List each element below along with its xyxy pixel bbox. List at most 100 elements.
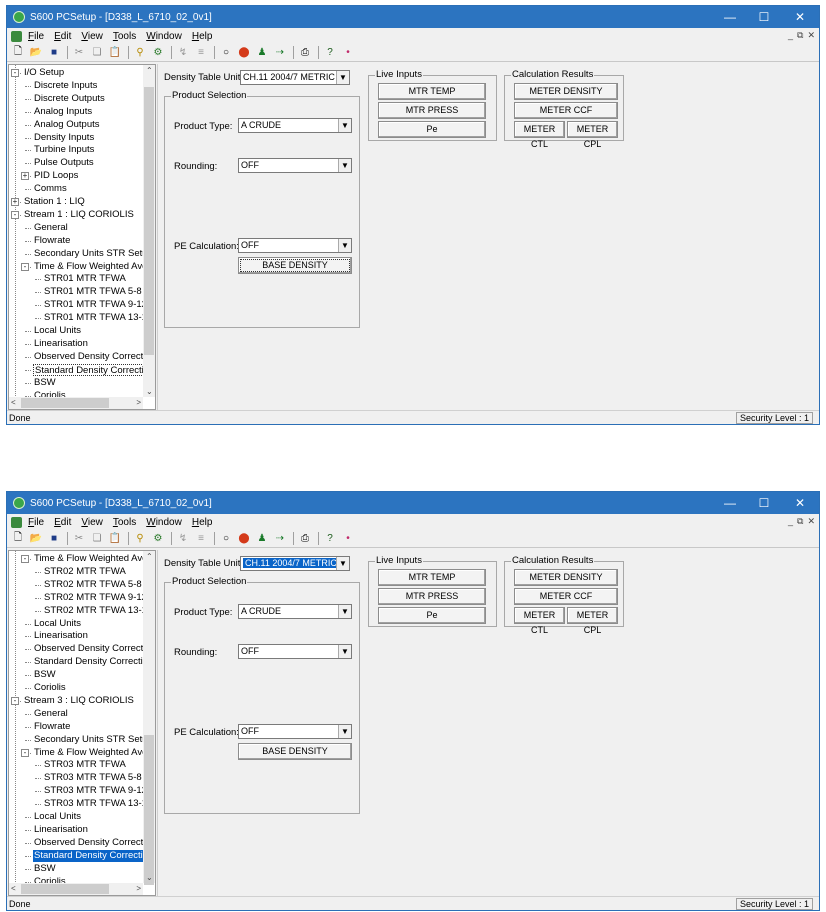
- tree-item[interactable]: Discrete Outputs: [33, 93, 106, 105]
- app-menu-icon[interactable]: [11, 516, 22, 528]
- tree-item[interactable]: Analog Inputs: [33, 106, 93, 118]
- chevron-down-icon[interactable]: ▼: [338, 159, 351, 172]
- maximize-icon[interactable]: ☐: [747, 492, 781, 514]
- scroll-down-icon[interactable]: ⌄: [146, 873, 153, 882]
- save-icon[interactable]: ■: [46, 531, 62, 546]
- cut-icon[interactable]: ✂: [71, 45, 87, 60]
- tree-item[interactable]: Linearisation: [33, 630, 89, 642]
- minimize-icon[interactable]: —: [713, 6, 747, 28]
- open-icon[interactable]: 📂: [28, 531, 44, 546]
- meter-cpl-button[interactable]: METER CPL: [567, 121, 618, 149]
- bars-icon[interactable]: ≡: [193, 531, 209, 546]
- meter-density-button[interactable]: METER DENSITY: [514, 83, 618, 100]
- maximize-icon[interactable]: ☐: [747, 6, 781, 28]
- tree-item[interactable]: Local Units: [33, 618, 82, 630]
- vscroll-thumb[interactable]: [144, 87, 154, 355]
- mtr-temp-button[interactable]: MTR TEMP: [378, 83, 486, 100]
- tree-item[interactable]: Time & Flow Weighted Ave: [33, 747, 143, 759]
- tree-item[interactable]: PID Loops: [33, 170, 79, 182]
- base-density-button[interactable]: BASE DENSITY: [238, 743, 352, 760]
- tree-item[interactable]: Linearisation: [33, 338, 89, 350]
- tree-item[interactable]: Density Inputs: [33, 132, 95, 144]
- mdi-restore-icon[interactable]: ⧉: [797, 30, 803, 41]
- tree-item[interactable]: Observed Density Correctio: [33, 643, 143, 655]
- rounding-combo[interactable]: OFF ▼: [238, 644, 352, 659]
- hscroll-thumb[interactable]: [21, 398, 109, 408]
- tree-item[interactable]: STR02 MTR TFWA 5-8: [43, 579, 143, 591]
- mdi-minimize-icon[interactable]: _: [788, 516, 793, 527]
- collapse-icon[interactable]: -: [11, 696, 19, 705]
- cut-icon[interactable]: ✂: [71, 531, 87, 546]
- print-icon[interactable]: ⎙: [297, 531, 313, 546]
- tree-item[interactable]: Flowrate: [33, 235, 71, 247]
- scroll-left-icon[interactable]: <: [11, 884, 16, 893]
- menu-help[interactable]: Help: [192, 31, 213, 42]
- connect-icon[interactable]: ↯: [175, 531, 191, 546]
- about-icon[interactable]: •: [340, 45, 356, 60]
- menu-help[interactable]: Help: [192, 517, 213, 528]
- tree-item[interactable]: Turbine Inputs: [33, 144, 95, 156]
- close-icon[interactable]: ✕: [783, 492, 817, 514]
- tree-item[interactable]: STR01 MTR TFWA: [43, 273, 127, 285]
- scroll-left-icon[interactable]: <: [11, 398, 16, 407]
- tree-item[interactable]: General: [33, 222, 69, 234]
- meter-ccf-button[interactable]: METER CCF: [514, 102, 618, 119]
- paste-icon[interactable]: 📋: [107, 531, 123, 546]
- tree-item[interactable]: Coriolis: [33, 682, 67, 694]
- menu-edit[interactable]: Edit: [54, 517, 71, 528]
- tree-vscroll[interactable]: ⌃ ⌄: [143, 65, 155, 397]
- tree-item[interactable]: BSW: [33, 863, 57, 875]
- tree-item[interactable]: STR02 MTR TFWA 9-12: [43, 592, 143, 604]
- print-icon[interactable]: ⎙: [297, 45, 313, 60]
- mdi-restore-icon[interactable]: ⧉: [797, 516, 803, 527]
- collapse-icon[interactable]: -: [21, 262, 29, 271]
- tree-item[interactable]: STR01 MTR TFWA 9-12: [43, 299, 143, 311]
- tree-item[interactable]: Flowrate: [33, 721, 71, 733]
- mdi-minimize-icon[interactable]: _: [788, 30, 793, 41]
- meter-density-button[interactable]: METER DENSITY: [514, 569, 618, 586]
- scroll-up-icon[interactable]: ⌃: [146, 552, 153, 561]
- config-tree[interactable]: - I/O Setup Discrete Inputs Discrete Output…: [8, 64, 156, 410]
- tree-hscroll[interactable]: < >: [9, 397, 143, 409]
- menu-window[interactable]: Window: [146, 517, 182, 528]
- rounding-combo[interactable]: OFF ▼: [238, 158, 352, 173]
- mtr-press-button[interactable]: MTR PRESS: [378, 102, 486, 119]
- expand-icon[interactable]: +: [11, 198, 19, 206]
- bars-icon[interactable]: ≡: [193, 45, 209, 60]
- tree-item[interactable]: Comms: [33, 183, 68, 195]
- about-icon[interactable]: •: [340, 531, 356, 546]
- arrow-icon[interactable]: ⇢: [272, 531, 288, 546]
- mdi-close-icon[interactable]: ✕: [807, 30, 815, 41]
- tree-item[interactable]: Local Units: [33, 811, 82, 823]
- tree-item[interactable]: STR03 MTR TFWA: [43, 759, 127, 771]
- product-type-combo[interactable]: A CRUDE ▼: [238, 604, 352, 619]
- tree-item[interactable]: Time & Flow Weighted Ave: [33, 261, 143, 273]
- product-type-combo[interactable]: A CRUDE ▼: [238, 118, 352, 133]
- collapse-icon[interactable]: -: [11, 210, 19, 219]
- scroll-right-icon[interactable]: >: [136, 884, 141, 893]
- collapse-icon[interactable]: -: [11, 69, 19, 77]
- tree-item[interactable]: Discrete Inputs: [33, 80, 98, 92]
- key-icon[interactable]: ⚲: [132, 531, 148, 546]
- help-icon[interactable]: ?: [322, 531, 338, 546]
- tree-item[interactable]: STR02 MTR TFWA: [43, 566, 127, 578]
- config-tree[interactable]: - Time & Flow Weighted Ave STR02 MTR TFWA S…: [8, 550, 156, 896]
- tree-item[interactable]: Pulse Outputs: [33, 157, 95, 169]
- arrow-icon[interactable]: ⇢: [272, 45, 288, 60]
- tree-item[interactable]: Local Units: [33, 325, 82, 337]
- tree-item[interactable]: STR03 MTR TFWA 5-8: [43, 772, 143, 784]
- chevron-down-icon[interactable]: ▼: [338, 239, 351, 252]
- tree-item[interactable]: Secondary Units STR Setup: [33, 734, 143, 746]
- tree-item[interactable]: General: [33, 708, 69, 720]
- tree-item[interactable]: Standard Density Correctio: [33, 849, 143, 862]
- vscroll-thumb[interactable]: [144, 735, 154, 885]
- person-icon[interactable]: ♟: [254, 45, 270, 60]
- base-density-button[interactable]: BASE DENSITY: [238, 257, 352, 274]
- pe-button[interactable]: Pe: [378, 607, 486, 624]
- stop-icon[interactable]: ⬤: [236, 45, 252, 60]
- chevron-down-icon[interactable]: ▼: [338, 605, 351, 618]
- mtr-press-button[interactable]: MTR PRESS: [378, 588, 486, 605]
- open-icon[interactable]: 📂: [28, 45, 44, 60]
- tree-item[interactable]: BSW: [33, 377, 57, 389]
- tree-vscroll[interactable]: ⌃ ⌄: [143, 551, 155, 885]
